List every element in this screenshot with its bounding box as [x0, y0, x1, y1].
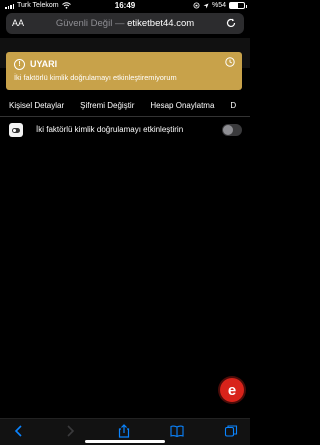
alert-title: UYARI	[30, 59, 58, 69]
clock-icon	[225, 57, 235, 67]
warning-icon: !	[14, 59, 25, 70]
alert-message: İki faktörlü kimlik doğrulamayı etkinleş…	[14, 73, 177, 82]
tabs-divider	[0, 116, 250, 117]
account-tabs: Kişisel Detaylar Şifremi Değiştir Hesap …	[0, 96, 250, 116]
url-separator: —	[112, 18, 128, 29]
tab-personal-details[interactable]: Kişisel Detaylar	[9, 96, 64, 116]
toggle-settings-icon	[9, 123, 23, 137]
orientation-lock-icon	[193, 2, 200, 9]
two-factor-label: İki faktörlü kimlik doğrulamayı etkinleş…	[36, 125, 184, 134]
security-label: Güvenli Değil	[55, 18, 113, 29]
location-icon	[203, 3, 209, 8]
url-domain: etiketbet44.com	[127, 18, 195, 29]
live-chat-button[interactable]: e	[220, 378, 244, 402]
battery-icon	[229, 2, 247, 9]
bookmarks-icon[interactable]	[170, 424, 184, 438]
home-indicator	[85, 440, 165, 443]
share-icon[interactable]	[117, 424, 131, 438]
forward-icon[interactable]	[63, 424, 77, 438]
back-icon[interactable]	[12, 424, 26, 438]
tab-change-password[interactable]: Şifremi Değiştir	[80, 96, 134, 116]
warning-alert: ! UYARI İki faktörlü kimlik doğrulamayı …	[6, 52, 242, 90]
address-bar[interactable]: AA Güvenli Değil — etiketbet44.com	[6, 13, 244, 34]
url-display[interactable]: Güvenli Değil — etiketbet44.com	[6, 18, 244, 29]
status-bar: Turk Telekom 16:49 %54	[0, 0, 250, 12]
two-factor-row: İki faktörlü kimlik doğrulamayı etkinleş…	[0, 120, 250, 140]
tab-account-verification[interactable]: Hesap Onaylatma	[150, 96, 214, 116]
status-right: %54	[193, 2, 247, 9]
battery-level	[230, 3, 238, 8]
battery-percent: %54	[211, 2, 226, 9]
reload-icon[interactable]	[225, 17, 237, 29]
two-factor-toggle[interactable]	[222, 124, 242, 136]
tabs-icon[interactable]	[224, 424, 238, 438]
tab-more[interactable]: D	[230, 96, 236, 116]
